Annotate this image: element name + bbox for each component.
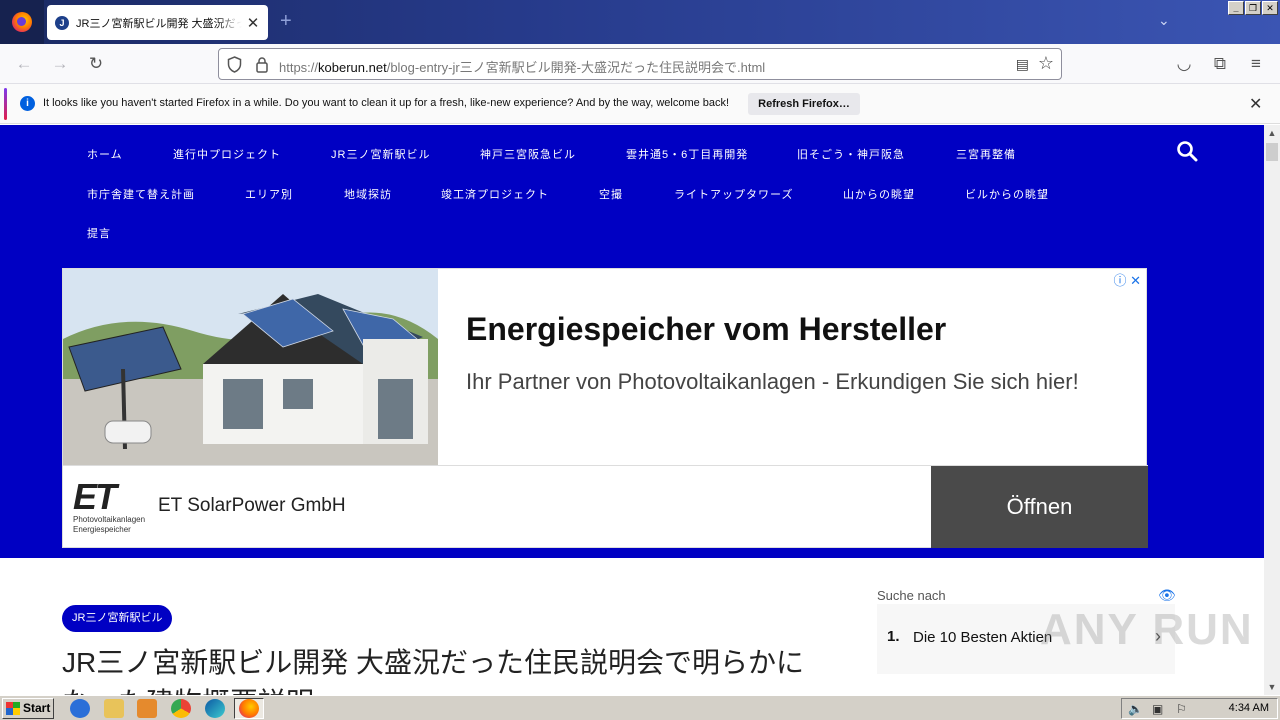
firefox-menu-icon[interactable] bbox=[0, 0, 44, 44]
advertisement[interactable]: ⓘ ✕ Energiespeicher vom Hersteller Ihr P… bbox=[62, 268, 1148, 548]
ie-icon[interactable] bbox=[70, 699, 90, 718]
windows-taskbar: Start 🔈 ▣ ⚐ 4:34 AM bbox=[0, 695, 1280, 720]
result-text: Die 10 Besten Aktien bbox=[913, 629, 1053, 646]
media-player-icon[interactable] bbox=[137, 699, 157, 718]
nav-item-local-exploration[interactable]: 地域探訪 bbox=[344, 186, 392, 202]
ad-headline[interactable]: Energiespeicher vom Hersteller bbox=[466, 311, 946, 348]
system-tray: 🔈 ▣ ⚐ 4:34 AM bbox=[1121, 698, 1278, 719]
start-button[interactable]: Start bbox=[2, 698, 54, 719]
anyrun-watermark: ANY RUN bbox=[1040, 605, 1254, 654]
ad-brand-name[interactable]: ET SolarPower GmbH bbox=[158, 495, 346, 517]
scroll-down-icon[interactable]: ▼ bbox=[1264, 679, 1280, 695]
search-icon[interactable] bbox=[1176, 140, 1198, 162]
volume-icon[interactable]: 🔈 bbox=[1128, 702, 1143, 716]
action-center-flag-icon[interactable]: ⚐ bbox=[1176, 702, 1187, 716]
lock-icon[interactable] bbox=[255, 56, 269, 73]
info-icon: i bbox=[20, 96, 35, 111]
site-navigation: ホーム 進行中プロジェクト JR三ノ宮新駅ビル 神戸三宮阪急ビル 雲井通5・6丁… bbox=[0, 125, 1264, 558]
nav-item-hankyu-building[interactable]: 神戸三宮阪急ビル bbox=[480, 146, 576, 162]
vertical-scrollbar[interactable]: ▲ ▼ bbox=[1264, 125, 1280, 695]
bookmark-star-icon[interactable]: ☆ bbox=[1038, 53, 1054, 74]
navigation-toolbar: ← → ↻ https://koberun.net/blog-entry-jr三… bbox=[0, 44, 1280, 84]
url-text[interactable]: https://koberun.net/blog-entry-jr三ノ宮新駅ビル… bbox=[279, 57, 765, 76]
tracking-shield-icon[interactable] bbox=[227, 56, 242, 73]
nav-item-light-up-towers[interactable]: ライトアップタワーズ bbox=[674, 186, 793, 202]
ad-description[interactable]: Ihr Partner von Photovoltaikanlagen - Er… bbox=[466, 367, 1106, 396]
back-arrow-icon[interactable]: ← bbox=[14, 54, 34, 74]
nav-item-by-area[interactable]: エリア別 bbox=[245, 186, 293, 202]
explorer-folder-icon[interactable] bbox=[104, 699, 124, 718]
tab-strip: J JR三ノ宮新駅ビル開発 大盛況だった住民説明会で明らかになった建物概要説明 … bbox=[0, 0, 1280, 44]
extensions-icon[interactable]: ⧉ bbox=[1210, 54, 1230, 74]
close-window-button[interactable]: ✕ bbox=[1262, 1, 1278, 15]
tab-title: JR三ノ宮新駅ビル開発 大盛況だった住民説明会で明らかになった建物概要説明 bbox=[76, 17, 242, 30]
nav-item-kumoi-redevelopment[interactable]: 雲井通5・6丁目再開発 bbox=[626, 146, 748, 162]
firefox-taskbar-button[interactable] bbox=[234, 698, 264, 719]
chrome-icon[interactable] bbox=[171, 699, 191, 718]
notification-message: It looks like you haven't started Firefo… bbox=[43, 97, 730, 109]
nav-item-jr-sannomiya[interactable]: JR三ノ宮新駅ビル bbox=[331, 146, 430, 162]
windows-flag-icon bbox=[6, 702, 20, 715]
nav-item-mountain-view[interactable]: 山からの眺望 bbox=[843, 186, 915, 202]
reader-view-icon[interactable]: ▤ bbox=[1016, 56, 1029, 73]
scroll-thumb[interactable] bbox=[1266, 143, 1278, 161]
nav-item-building-view[interactable]: ビルからの眺望 bbox=[965, 186, 1049, 202]
article-title: JR三ノ宮新駅ビル開発 大盛況だった住民説明会で明らかになった建物概要説明 bbox=[62, 647, 805, 695]
ad-open-button[interactable]: Öffnen bbox=[931, 466, 1148, 548]
new-tab-button[interactable]: + bbox=[280, 11, 292, 31]
edge-icon[interactable] bbox=[205, 699, 225, 718]
et-logo: ET Photovoltaikanlagen Energiespeicher bbox=[73, 476, 146, 535]
result-number: 1. bbox=[887, 628, 900, 645]
network-icon[interactable]: ▣ bbox=[1152, 702, 1163, 716]
address-bar[interactable]: https://koberun.net/blog-entry-jr三ノ宮新駅ビル… bbox=[218, 48, 1062, 80]
refresh-firefox-button[interactable]: Refresh Firefox… bbox=[748, 93, 860, 115]
site-favicon-icon: J bbox=[55, 15, 69, 30]
forward-arrow-icon[interactable]: → bbox=[50, 54, 70, 74]
nav-item-proposals[interactable]: 提言 bbox=[87, 225, 111, 241]
sidebar-search-label: Suche nach bbox=[877, 588, 946, 603]
tab-close-icon[interactable]: ✕ bbox=[246, 14, 260, 32]
firefox-icon bbox=[239, 699, 259, 718]
scroll-up-icon[interactable]: ▲ bbox=[1264, 125, 1280, 141]
adchoices-icon[interactable]: ⓘ ✕ bbox=[1113, 270, 1141, 289]
nav-item-former-sogo[interactable]: 旧そごう・神戸阪急 bbox=[797, 146, 905, 162]
notification-close-icon[interactable]: ✕ bbox=[1249, 94, 1262, 114]
refresh-notification-bar: i It looks like you haven't started Fire… bbox=[0, 84, 1280, 124]
app-menu-icon[interactable]: ≡ bbox=[1246, 54, 1266, 74]
url-host: koberun.net bbox=[318, 60, 387, 75]
notification-accent bbox=[4, 88, 7, 120]
nav-item-sannomiya-redevelopment[interactable]: 三宮再整備 bbox=[956, 146, 1016, 162]
solar-house-image bbox=[63, 269, 438, 465]
nav-item-home[interactable]: ホーム bbox=[87, 146, 123, 162]
hide-eye-icon[interactable]: 👁 bbox=[1158, 587, 1176, 604]
nav-item-city-hall[interactable]: 市庁舎建て替え計画 bbox=[87, 186, 195, 202]
tab-list-chevron-icon[interactable]: ⌄ bbox=[1158, 12, 1170, 29]
clock[interactable]: 4:34 AM bbox=[1229, 702, 1269, 714]
browser-tab[interactable]: J JR三ノ宮新駅ビル開発 大盛況だった住民説明会で明らかになった建物概要説明 … bbox=[47, 5, 268, 40]
restore-button[interactable]: ❐ bbox=[1245, 1, 1261, 15]
window-controls: _ ❐ ✕ bbox=[1228, 1, 1278, 15]
nav-item-aerial[interactable]: 空撮 bbox=[599, 186, 623, 202]
nav-item-ongoing-projects[interactable]: 進行中プロジェクト bbox=[173, 146, 281, 162]
screen: J JR三ノ宮新駅ビル開発 大盛況だった住民説明会で明らかになった建物概要説明 … bbox=[0, 0, 1280, 720]
minimize-button[interactable]: _ bbox=[1228, 1, 1244, 15]
category-tag[interactable]: JR三ノ宮新駅ビル bbox=[62, 605, 173, 632]
reload-icon[interactable]: ↻ bbox=[86, 54, 106, 74]
nav-item-completed-projects[interactable]: 竣工済プロジェクト bbox=[441, 186, 549, 202]
pocket-icon[interactable]: ◡ bbox=[1174, 54, 1194, 74]
